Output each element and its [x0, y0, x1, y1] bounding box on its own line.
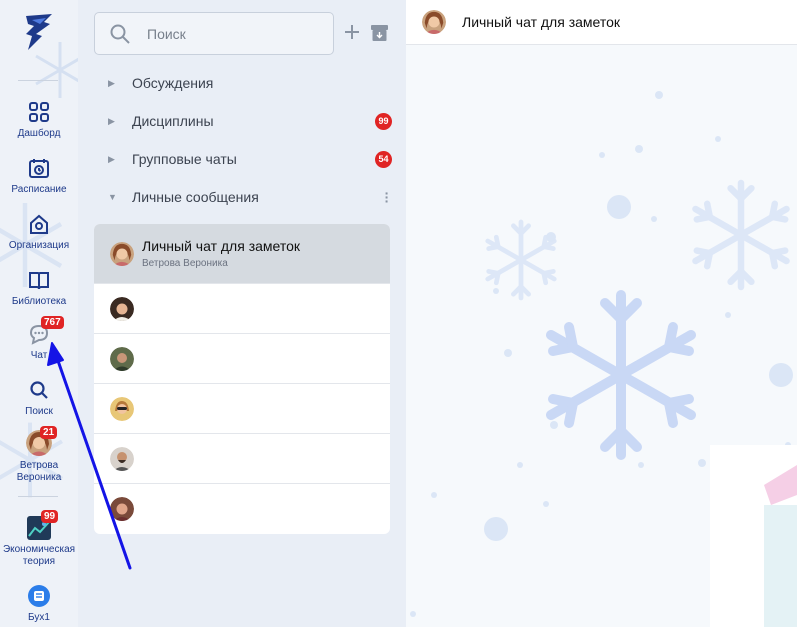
rail-item-label: Расписание — [11, 184, 67, 195]
rail-item-course[interactable]: 99 Экономическая теория — [0, 510, 78, 568]
rail-item-label: Экономическая теория — [2, 544, 76, 567]
plus-icon — [345, 25, 359, 39]
avatar — [110, 497, 134, 521]
unread-badge: 767 — [41, 316, 64, 329]
rail-divider — [18, 80, 58, 81]
rail-item-label: Поиск — [25, 406, 53, 417]
avatar — [110, 396, 134, 421]
section-personal-messages[interactable]: ▼ Личные сообщения · · · — [108, 185, 392, 209]
avatar — [110, 241, 134, 266]
chevron-right-icon: ▶ — [108, 77, 115, 88]
profile-avatar: 21 — [26, 426, 58, 456]
chat-list: Личный чат для заметок Ветрова Вероника — [94, 224, 390, 534]
bux1-avatar — [27, 584, 51, 608]
rail-item-profile[interactable]: 21 Ветрова Вероника — [0, 426, 78, 484]
section-group-chats[interactable]: ▶ Групповые чаты 54 — [108, 147, 392, 171]
notification-badge: 21 — [40, 426, 58, 439]
organization-icon — [27, 212, 51, 236]
avatar — [110, 446, 134, 471]
section-label: Личные сообщения — [132, 189, 259, 205]
conversation-panel: Личный чат для заметок — [406, 0, 797, 627]
unread-badge: 99 — [375, 112, 392, 130]
rail-item-label: Чат — [30, 350, 48, 361]
rail-item-library[interactable]: Библиотека — [0, 268, 78, 308]
chat-row[interactable] — [94, 384, 390, 434]
chat-row[interactable] — [94, 434, 390, 484]
chat-navigation-panel: ▶ Обсуждения ▶ Дисциплины 99 ▶ Групповые… — [78, 0, 406, 627]
search-icon — [110, 24, 130, 44]
book-icon — [27, 268, 51, 292]
chevron-down-icon: ▼ — [108, 192, 117, 202]
avatar — [110, 346, 134, 371]
chat-row[interactable] — [94, 334, 390, 384]
app-logo[interactable] — [22, 12, 56, 52]
rail-item-bux1[interactable]: Бух1 — [0, 584, 78, 624]
section-label: Обсуждения — [132, 75, 214, 91]
chat-icon: 767 — [27, 316, 64, 346]
search-box[interactable] — [94, 12, 334, 55]
avatar — [422, 10, 446, 34]
search-icon — [27, 378, 51, 402]
avatar — [110, 296, 134, 321]
rail-divider — [18, 496, 58, 497]
chat-row[interactable]: Личный чат для заметок Ветрова Вероника — [94, 224, 390, 284]
winter-background — [410, 91, 797, 627]
rail-item-search[interactable]: Поиск — [0, 378, 78, 418]
conversation-title: Личный чат для заметок — [462, 14, 621, 30]
rail-item-organization[interactable]: Организация — [0, 212, 78, 252]
rail-item-label: Бух1 — [28, 612, 50, 623]
chat-title: Личный чат для заметок — [142, 238, 301, 254]
notification-badge: 99 — [41, 510, 59, 523]
archive-icon — [371, 25, 388, 41]
conversation-header: Личный чат для заметок — [406, 0, 797, 45]
rail-item-label: Организация — [8, 240, 70, 251]
calendar-icon — [27, 156, 51, 180]
more-options-icon[interactable]: · · · — [382, 186, 392, 208]
chevron-right-icon: ▶ — [108, 115, 115, 126]
rail-item-label: Ветрова Вероника — [16, 460, 62, 483]
course-avatar: 99 — [27, 510, 59, 540]
chat-row[interactable] — [94, 284, 390, 334]
rail-item-label: Библиотека — [11, 296, 67, 307]
section-label: Групповые чаты — [132, 151, 237, 167]
rail-item-label: Дашборд — [17, 128, 61, 139]
section-label: Дисциплины — [132, 113, 214, 129]
chat-row[interactable] — [94, 484, 390, 534]
left-rail: Дашборд Расписание Организация Библиотек… — [0, 0, 78, 627]
search-input[interactable] — [147, 25, 317, 42]
rail-item-dashboard[interactable]: Дашборд — [0, 100, 78, 140]
unread-badge: 54 — [375, 150, 392, 168]
add-chat-button[interactable] — [342, 23, 362, 43]
chevron-right-icon: ▶ — [108, 153, 115, 164]
section-discussions[interactable]: ▶ Обсуждения — [108, 71, 392, 95]
rail-item-schedule[interactable]: Расписание — [0, 156, 78, 196]
chat-subtitle: Ветрова Вероника — [142, 258, 228, 269]
rail-item-chat[interactable]: 767 Чат — [0, 316, 78, 362]
dashboard-icon — [27, 100, 51, 124]
archive-button[interactable] — [371, 25, 388, 41]
section-disciplines[interactable]: ▶ Дисциплины 99 — [108, 109, 392, 133]
